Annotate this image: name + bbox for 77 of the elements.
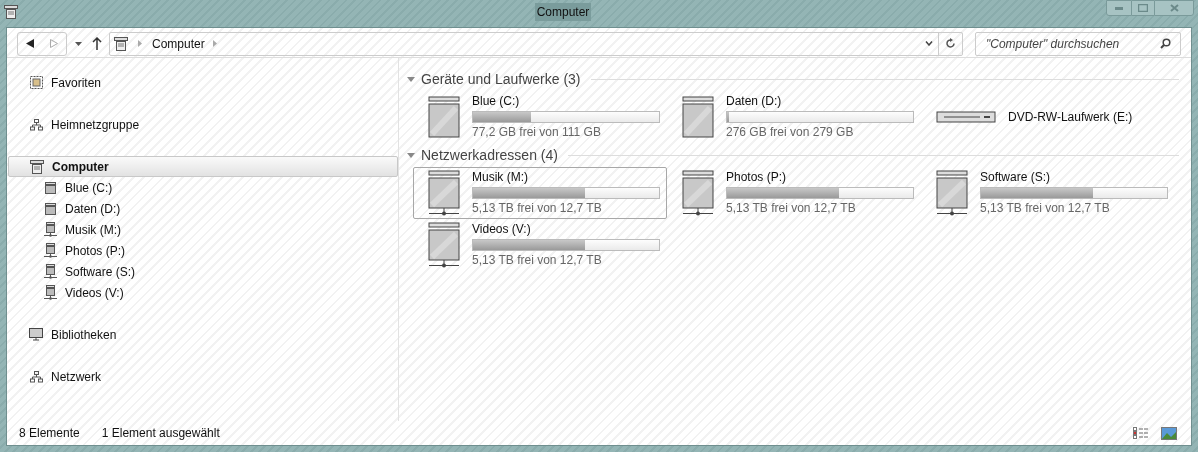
drive-name: Photos (P:) <box>726 170 788 185</box>
network-drive-icon <box>428 222 460 268</box>
group-header[interactable]: Netzwerkadressen (4) <box>407 145 1179 165</box>
sidebar-item[interactable]: Computer <box>8 156 398 177</box>
collapse-caret-icon <box>407 76 415 82</box>
drive-capacity: 5,13 TB frei von 12,7 TB <box>726 201 857 216</box>
drive-capacity: 77,2 GB frei von 111 GB <box>472 125 602 140</box>
drive-capacity: 276 GB frei von 279 GB <box>726 125 855 140</box>
sidebar-item[interactable]: Bibliotheken <box>7 324 398 345</box>
chevron-down-icon <box>925 41 933 46</box>
drive-name: Software (S:) <box>980 170 1052 185</box>
breadcrumb-arrow-icon <box>138 40 142 47</box>
sidebar-item[interactable]: Blue (C:) <box>7 177 398 198</box>
drive-name: Blue (C:) <box>472 94 521 109</box>
optical-drive-icon <box>936 111 996 123</box>
breadcrumb-arrow-icon <box>212 40 217 47</box>
network-icon <box>29 118 43 131</box>
drive-icon <box>44 181 56 194</box>
network-drive-icon <box>43 243 57 258</box>
close-icon <box>1169 4 1179 12</box>
drive-capacity: 5,13 TB frei von 12,7 TB <box>980 201 1111 216</box>
computer-icon <box>4 5 18 19</box>
network-drive-icon <box>428 170 460 216</box>
drive-tile[interactable]: Blue (C:) 77,2 GB frei von 111 GB <box>413 91 667 143</box>
status-text: 8 Elemente <box>19 425 80 442</box>
drive-tile[interactable]: Photos (P:) 5,13 TB frei von 12,7 TB <box>667 167 921 219</box>
drive-capacity: 5,13 TB frei von 12,7 TB <box>472 253 603 268</box>
forward-icon <box>50 39 58 48</box>
window-title: Computer <box>534 3 592 21</box>
address-bar[interactable]: Computer <box>109 31 963 56</box>
collapse-caret-icon <box>407 152 415 158</box>
breadcrumb[interactable]: Computer <box>152 34 205 53</box>
status-text: 1 Element ausgewählt <box>101 425 220 442</box>
drive-icon <box>428 96 460 138</box>
back-icon <box>26 39 34 48</box>
network-icon <box>29 370 43 383</box>
minimize-icon <box>1115 6 1123 10</box>
sidebar-item[interactable]: Musik (M:) <box>7 219 398 240</box>
picture-view-icon <box>1161 426 1177 440</box>
drive-icon <box>682 96 714 138</box>
network-drive-icon <box>43 264 57 279</box>
network-drive-icon <box>936 170 968 216</box>
sidebar-item[interactable]: Favoriten <box>7 72 398 93</box>
drive-name: DVD-RW-Laufwerk (E:) <box>1008 109 1133 125</box>
drive-capacity: 5,13 TB frei von 12,7 TB <box>472 201 603 216</box>
maximize-icon <box>1138 4 1148 12</box>
drive-tile[interactable]: Daten (D:) 276 GB frei von 279 GB <box>667 91 921 143</box>
up-arrow-icon <box>92 37 102 50</box>
search-field[interactable]: "Computer" durchsuchen <box>975 31 1181 56</box>
favorites-icon <box>29 76 43 89</box>
drive-tile[interactable]: Musik (M:) 5,13 TB frei von 12,7 TB <box>413 167 667 219</box>
computer-icon <box>30 159 44 174</box>
drive-name: Musik (M:) <box>472 170 529 185</box>
computer-icon <box>114 36 128 51</box>
monitor-icon <box>29 328 43 341</box>
drive-name: Daten (D:) <box>726 94 783 109</box>
drive-name: Videos (V:) <box>472 222 532 237</box>
drive-icon <box>44 202 56 215</box>
drive-tile[interactable]: Videos (V:) 5,13 TB frei von 12,7 TB <box>413 219 667 271</box>
drive-tile[interactable]: Software (S:) 5,13 TB frei von 12,7 TB <box>921 167 1175 219</box>
drive-tile[interactable]: DVD-RW-Laufwerk (E:) <box>921 91 1175 143</box>
details-view-button[interactable] <box>1133 426 1149 440</box>
tiles-view-button[interactable] <box>1161 426 1179 440</box>
sidebar-item[interactable]: Heimnetzgruppe <box>7 114 398 135</box>
network-drive-icon <box>682 170 714 216</box>
sidebar-item[interactable]: Photos (P:) <box>7 240 398 261</box>
sidebar-item[interactable]: Netzwerk <box>7 366 398 387</box>
details-view-icon <box>1133 427 1149 439</box>
caret-icon <box>74 41 82 46</box>
network-drive-icon <box>43 222 57 237</box>
sidebar-item[interactable]: Videos (V:) <box>7 282 398 303</box>
sidebar-item[interactable]: Daten (D:) <box>7 198 398 219</box>
group-header[interactable]: Geräte und Laufwerke (3) <box>407 69 1179 89</box>
network-drive-icon <box>43 285 57 300</box>
search-icon <box>1160 37 1171 49</box>
sidebar-item[interactable]: Software (S:) <box>7 261 398 282</box>
refresh-icon <box>945 38 956 49</box>
